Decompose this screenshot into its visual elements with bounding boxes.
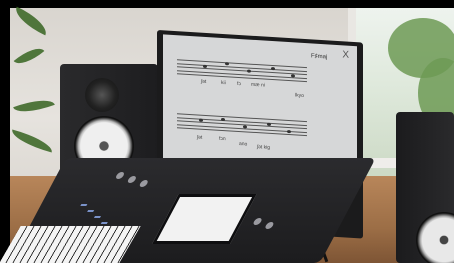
studio-monitor-speaker-right	[396, 112, 454, 263]
music-note	[203, 64, 207, 69]
music-note	[271, 66, 275, 71]
music-note	[225, 62, 229, 66]
synth-knob[interactable]	[252, 218, 263, 225]
music-note	[221, 117, 225, 122]
lyric-syllable: ano	[239, 141, 248, 148]
lyric-syllable: ʃət	[201, 78, 207, 86]
close-icon[interactable]: X	[342, 49, 349, 60]
lyric-syllable: fɔ	[237, 80, 241, 88]
lyric-syllable: ʃət kig	[257, 144, 271, 151]
speaker-woofer	[416, 212, 454, 263]
music-note	[247, 69, 251, 73]
music-note	[291, 74, 295, 78]
synth-led	[87, 210, 95, 212]
music-staff	[177, 59, 307, 83]
frame-border-left	[0, 0, 10, 263]
lyric-syllable: kii	[221, 79, 226, 87]
lyric-syllable: mæ ni	[251, 81, 265, 89]
synth-knob[interactable]	[138, 180, 150, 187]
lyric-syllable: fɔn	[219, 135, 226, 143]
synth-led	[93, 216, 101, 218]
music-note	[267, 122, 271, 126]
music-note	[199, 118, 203, 122]
lyric-syllable: ʃət	[197, 134, 203, 141]
studio-photo: F♯maj X ʃət kii fɔ mæ ni lkyo ʃət fɔn an…	[0, 0, 454, 263]
plant-leaf	[13, 41, 45, 71]
key-signature-label: F♯maj	[311, 53, 328, 61]
synth-led	[100, 222, 108, 224]
synth-display	[152, 194, 257, 244]
music-note	[287, 129, 291, 134]
piano-keys	[0, 226, 141, 263]
speaker-tweeter	[85, 78, 119, 112]
synth-knob[interactable]	[114, 172, 126, 179]
plant-leaf	[10, 6, 52, 36]
plant-leaf	[9, 129, 55, 153]
lyric-syllable: lkyo	[295, 92, 304, 99]
plant-leaf	[13, 93, 55, 119]
frame-border-top	[0, 0, 454, 8]
synth-led	[80, 204, 88, 206]
music-note	[243, 125, 247, 129]
synth-knob[interactable]	[264, 222, 275, 229]
synth-knob[interactable]	[126, 176, 138, 183]
